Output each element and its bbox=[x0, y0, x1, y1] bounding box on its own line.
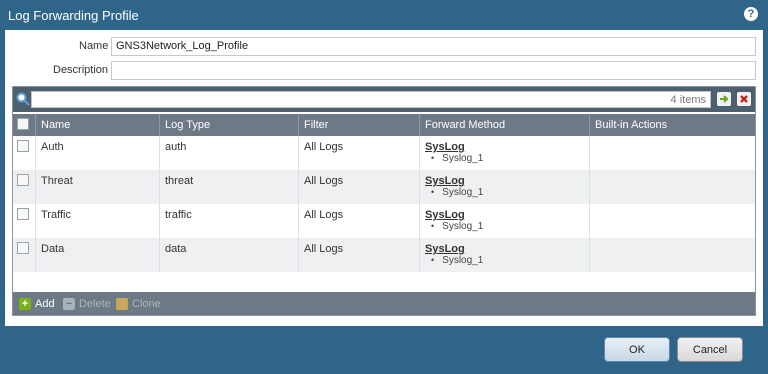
row-built-in-actions bbox=[589, 204, 755, 238]
row-filter: All Logs bbox=[298, 136, 419, 170]
column-header-built-in-actions[interactable]: Built-in Actions bbox=[589, 114, 755, 136]
forwarding-grid: 4 items Name Log Type Filter Forward Met… bbox=[12, 86, 756, 316]
add-button[interactable]: + Add bbox=[19, 296, 55, 312]
magnifier-icon bbox=[16, 92, 30, 106]
row-log-type: threat bbox=[159, 170, 298, 204]
row-forward-method: SysLog • Syslog_1 bbox=[419, 238, 589, 272]
row-forward-method: SysLog • Syslog_1 bbox=[419, 136, 589, 170]
row-forward-method: SysLog • Syslog_1 bbox=[419, 204, 589, 238]
table-row[interactable]: Traffic traffic All Logs SysLog • Syslog_… bbox=[13, 204, 755, 238]
column-header-log-type[interactable]: Log Type bbox=[159, 114, 298, 136]
table-row[interactable]: Auth auth All Logs SysLog • Syslog_1 bbox=[13, 136, 755, 170]
row-checkbox[interactable] bbox=[17, 208, 29, 220]
forward-method-link[interactable]: SysLog bbox=[425, 175, 589, 187]
description-field[interactable] bbox=[111, 61, 756, 80]
row-select[interactable] bbox=[13, 204, 35, 238]
help-icon[interactable]: ? bbox=[744, 7, 758, 21]
table-row[interactable]: Data data All Logs SysLog • Syslog_1 bbox=[13, 238, 755, 272]
row-forward-method: SysLog • Syslog_1 bbox=[419, 170, 589, 204]
row-log-type: auth bbox=[159, 136, 298, 170]
grid-footer-toolbar: + Add − Delete Clone bbox=[13, 292, 755, 315]
item-count: 4 items bbox=[670, 94, 706, 106]
row-filter: All Logs bbox=[298, 170, 419, 204]
add-label: Add bbox=[35, 298, 55, 310]
arrow-right-icon[interactable] bbox=[717, 92, 731, 106]
server-name: Syslog_1 bbox=[442, 221, 484, 232]
forward-method-server: • Syslog_1 bbox=[431, 153, 484, 164]
name-field[interactable]: GNS3Network_Log_Profile bbox=[111, 37, 756, 56]
row-select[interactable] bbox=[13, 170, 35, 204]
grid-toolbar: 4 items bbox=[13, 87, 755, 112]
delete-button[interactable]: − Delete bbox=[63, 296, 111, 312]
name-label: Name bbox=[79, 40, 109, 52]
row-built-in-actions bbox=[589, 136, 755, 170]
header-select-all[interactable] bbox=[13, 114, 35, 136]
forward-method-server: • Syslog_1 bbox=[431, 255, 484, 266]
forward-method-link[interactable]: SysLog bbox=[425, 141, 589, 153]
x-icon[interactable] bbox=[737, 92, 751, 106]
delete-label: Delete bbox=[79, 298, 111, 310]
clone-label: Clone bbox=[132, 298, 161, 310]
description-label: Description bbox=[53, 64, 109, 76]
search-input[interactable]: 4 items bbox=[31, 91, 711, 108]
row-log-type: data bbox=[159, 238, 298, 272]
server-name: Syslog_1 bbox=[442, 255, 484, 266]
forward-method-server: • Syslog_1 bbox=[431, 221, 484, 232]
row-name[interactable]: Data bbox=[35, 238, 159, 272]
table-row[interactable]: Threat threat All Logs SysLog • Syslog_1 bbox=[13, 170, 755, 204]
row-checkbox[interactable] bbox=[17, 140, 29, 152]
row-checkbox[interactable] bbox=[17, 242, 29, 254]
forward-method-link[interactable]: SysLog bbox=[425, 243, 589, 255]
server-name: Syslog_1 bbox=[442, 153, 484, 164]
dialog-titlebar: Log Forwarding Profile ? bbox=[0, 0, 768, 30]
row-checkbox[interactable] bbox=[17, 174, 29, 186]
row-log-type: traffic bbox=[159, 204, 298, 238]
column-header-forward-method[interactable]: Forward Method bbox=[419, 114, 589, 136]
row-name[interactable]: Threat bbox=[35, 170, 159, 204]
ok-button[interactable]: OK bbox=[604, 337, 670, 362]
row-select[interactable] bbox=[13, 136, 35, 170]
clone-icon bbox=[116, 298, 128, 310]
row-filter: All Logs bbox=[298, 204, 419, 238]
row-select[interactable] bbox=[13, 238, 35, 272]
row-name[interactable]: Traffic bbox=[35, 204, 159, 238]
row-built-in-actions bbox=[589, 238, 755, 272]
server-name: Syslog_1 bbox=[442, 187, 484, 198]
forward-method-server: • Syslog_1 bbox=[431, 187, 484, 198]
column-header-name[interactable]: Name bbox=[35, 114, 159, 136]
minus-icon: − bbox=[63, 298, 75, 310]
cancel-button[interactable]: Cancel bbox=[677, 337, 743, 362]
grid-header: Name Log Type Filter Forward Method Buil… bbox=[13, 114, 755, 136]
select-all-checkbox[interactable] bbox=[17, 118, 29, 130]
clone-button[interactable]: Clone bbox=[116, 296, 161, 312]
row-built-in-actions bbox=[589, 170, 755, 204]
dialog-title: Log Forwarding Profile bbox=[8, 8, 139, 23]
row-filter: All Logs bbox=[298, 238, 419, 272]
forward-method-link[interactable]: SysLog bbox=[425, 209, 589, 221]
dialog-body: Name GNS3Network_Log_Profile Description… bbox=[5, 30, 763, 326]
column-header-filter[interactable]: Filter bbox=[298, 114, 419, 136]
row-name[interactable]: Auth bbox=[35, 136, 159, 170]
plus-icon: + bbox=[19, 298, 31, 310]
